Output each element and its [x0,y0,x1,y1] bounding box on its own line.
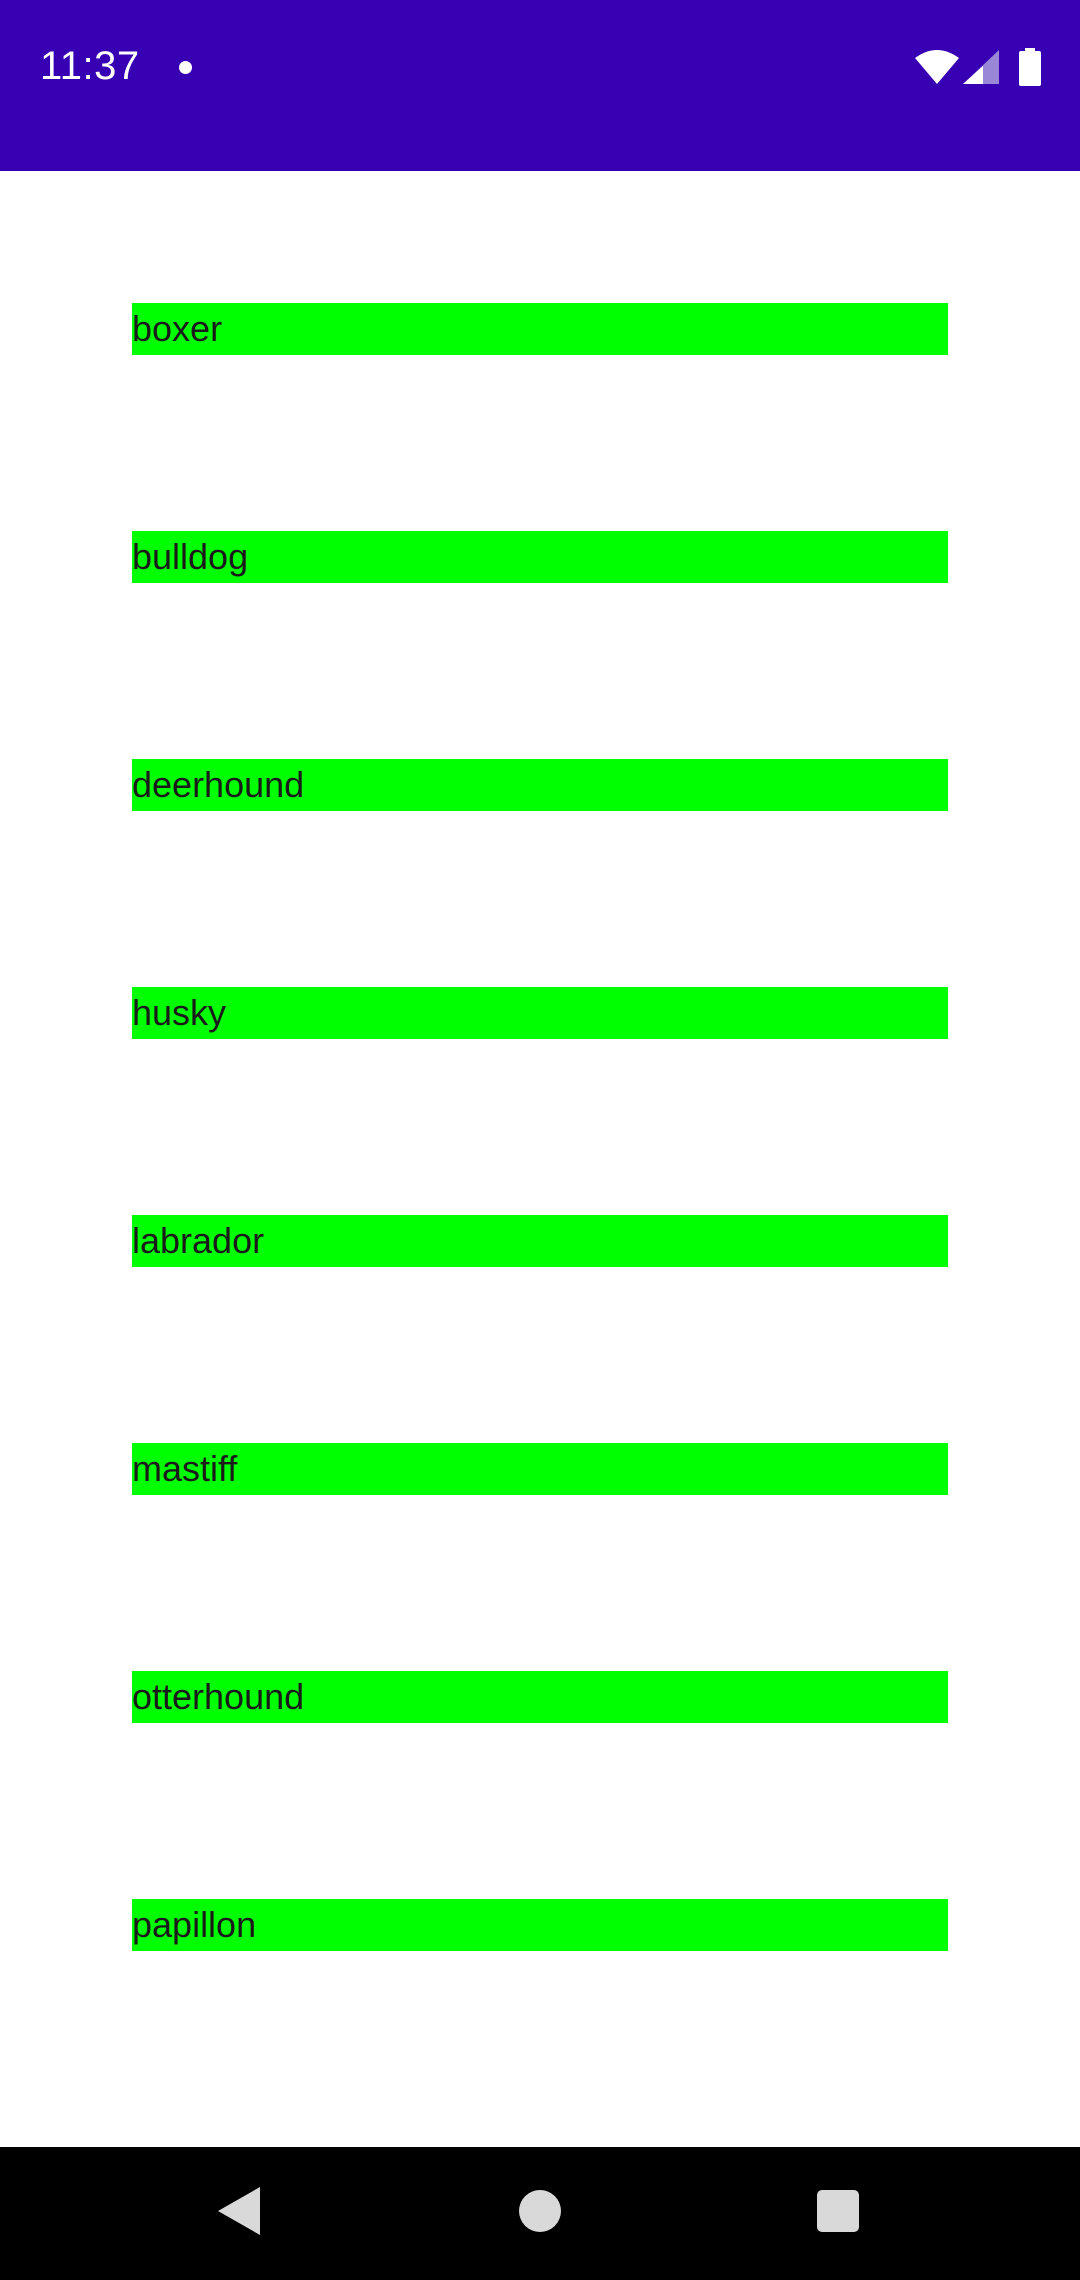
list-item[interactable]: mastiff [132,1443,948,1495]
list-item[interactable]: otterhound [132,1671,948,1723]
home-icon[interactable] [519,2190,561,2232]
notification-dot-icon [179,61,192,74]
signal-icon [963,50,999,84]
list-item[interactable]: papillon [132,1899,948,1951]
list-item-label: mastiff [132,1448,238,1489]
list-item[interactable]: labrador [132,1215,948,1267]
navigation-bar [0,2147,1080,2280]
list-item-label: labrador [132,1220,265,1261]
list-item-label: deerhound [132,764,305,805]
wifi-icon [915,50,959,84]
battery-icon [1019,48,1041,86]
status-time: 11:37 [40,44,140,88]
list-item-label: boxer [132,308,223,349]
list-item-label: papillon [132,1904,257,1945]
list-item-label: husky [132,992,227,1033]
list-item-label: bulldog [132,536,249,577]
status-bar: 11:37 [0,0,1080,171]
back-icon[interactable] [218,2187,260,2235]
list-item[interactable]: boxer [132,303,948,355]
list-item[interactable]: husky [132,987,948,1039]
list-item[interactable]: deerhound [132,759,948,811]
list-item[interactable]: bulldog [132,531,948,583]
list-item-label: otterhound [132,1676,305,1717]
breed-list[interactable]: boxer bulldog deerhound husky labrador m… [0,171,1080,2147]
recents-icon[interactable] [817,2190,859,2232]
